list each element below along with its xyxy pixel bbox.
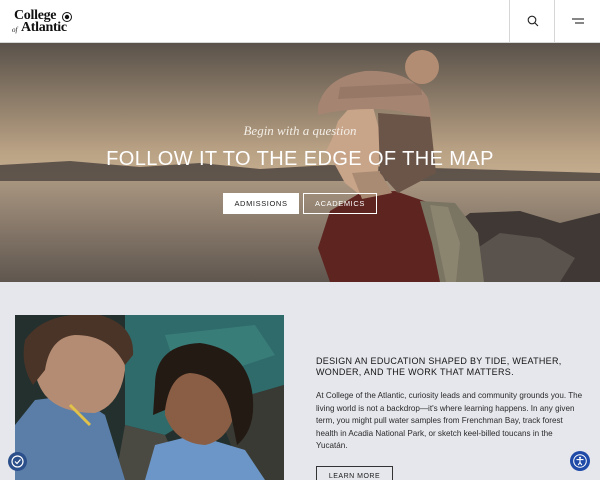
students-photo — [15, 315, 284, 480]
search-button[interactable] — [509, 0, 555, 42]
site-header: College of Atlantic — [0, 0, 600, 43]
hero-kicker: Begin with a question — [243, 123, 357, 138]
college-logo[interactable]: College of Atlantic — [12, 8, 76, 36]
menu-button[interactable] — [554, 0, 600, 42]
accessibility-toggle-button[interactable] — [8, 452, 27, 471]
academics-button[interactable]: ACADEMICS — [303, 193, 377, 214]
accessibility-menu-button[interactable] — [570, 451, 590, 471]
accessibility-toggle-icon — [11, 455, 24, 468]
intro-body: At College of the Atlantic, curiosity le… — [316, 391, 583, 450]
intro-heading: DESIGN AN EDUCATION SHAPED BY TIDE, WEAT… — [316, 356, 562, 377]
admissions-button[interactable]: ADMISSIONS — [223, 193, 299, 214]
learn-more-button[interactable]: LEARN MORE — [316, 466, 393, 480]
accessibility-person-icon — [573, 454, 587, 468]
logo-text-of: of — [12, 26, 18, 34]
students-field-image — [15, 315, 284, 480]
hero-banner: Begin with a question FOLLOW IT TO THE E… — [0, 43, 600, 282]
menu-icon — [571, 18, 584, 24]
logo-text-atlantic: Atlantic — [21, 20, 67, 35]
hero-title: FOLLOW IT TO THE EDGE OF THE MAP — [106, 148, 494, 170]
search-icon — [527, 15, 538, 27]
